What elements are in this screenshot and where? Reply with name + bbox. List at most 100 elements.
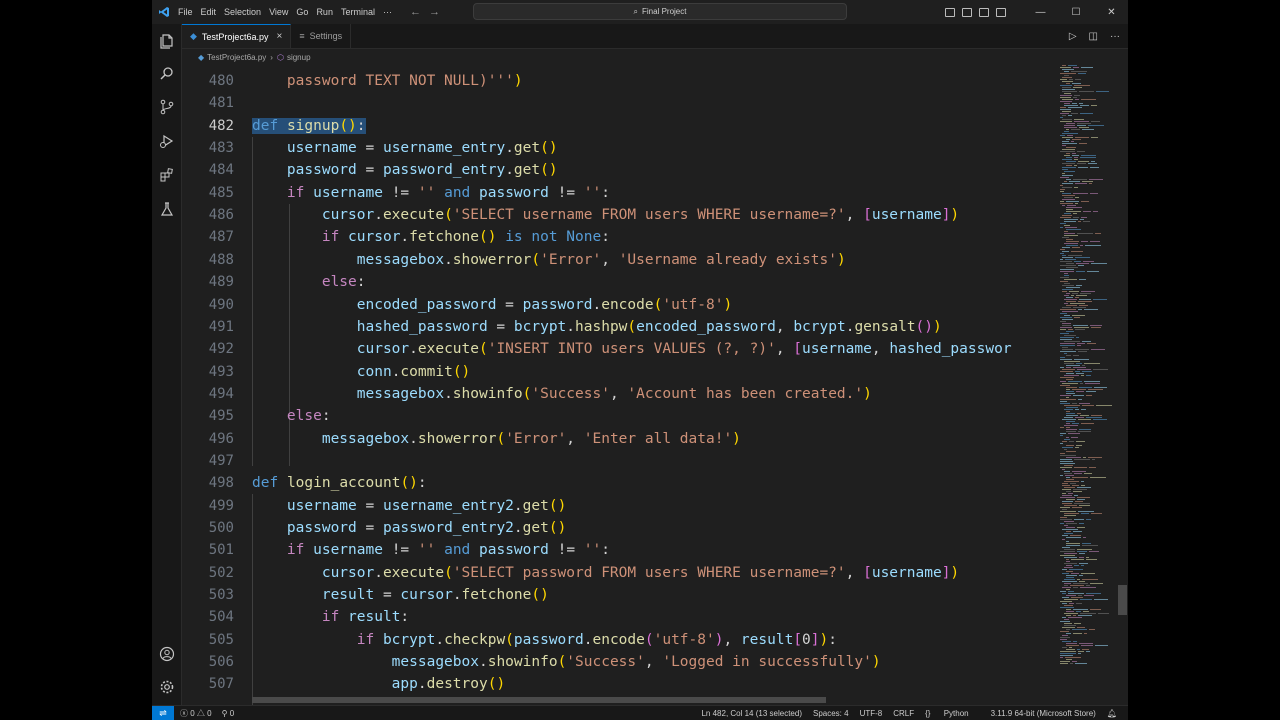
code-line[interactable]: 500 password = password_entry2.get() <box>182 517 1058 539</box>
code-line[interactable]: 504 if result: <box>182 606 1058 628</box>
vertical-scroll-thumb[interactable] <box>1118 585 1127 615</box>
search-view-icon[interactable] <box>152 59 182 89</box>
code-line[interactable]: 483 username = username_entry.get() <box>182 137 1058 159</box>
code-line[interactable]: 497 <box>182 450 1058 472</box>
remote-indicator-icon[interactable]: ⇌ <box>152 705 174 720</box>
more-actions-icon[interactable]: ··· <box>1110 31 1120 42</box>
minimap-line <box>1064 521 1074 522</box>
code-token: username <box>252 140 357 157</box>
minimap-line <box>1089 179 1103 180</box>
code-line[interactable]: 506 messagebox.showinfo('Success', 'Logg… <box>182 651 1058 673</box>
tab-testproject6a[interactable]: ◆ TestProject6a.py × <box>182 24 292 48</box>
code-line[interactable]: 507 app.destroy() <box>182 673 1058 695</box>
split-editor-icon[interactable]: ◫ <box>1089 31 1098 42</box>
code-line[interactable]: 491 hashed_password = bcrypt.hashpw(enco… <box>182 316 1058 338</box>
ports-indicator[interactable]: ⚲ 0 <box>222 709 235 718</box>
command-center-search[interactable]: ⌕ Final Project <box>473 3 847 20</box>
code-line[interactable]: 481 <box>182 92 1058 114</box>
language-mode[interactable]: {} Python <box>925 709 979 718</box>
forward-arrow-icon[interactable]: → <box>429 6 440 18</box>
code-token: conn <box>252 363 392 380</box>
code-line[interactable]: 486 cursor.execute('SELECT username FROM… <box>182 204 1058 226</box>
close-icon[interactable]: × <box>276 31 282 42</box>
problems-indicator[interactable]: ⓧ 0 △ 0 <box>180 708 212 719</box>
code-line[interactable]: 490 encoded_password = password.encode('… <box>182 294 1058 316</box>
code-line[interactable]: 498 def login_account(): <box>182 472 1058 494</box>
code-line[interactable]: 484 password = password_entry.get() <box>182 159 1058 181</box>
code-line[interactable]: 482 def signup(): <box>182 115 1058 137</box>
manage-gear-icon[interactable] <box>152 672 182 702</box>
toggle-panel-icon[interactable] <box>961 7 972 17</box>
testing-icon[interactable] <box>152 194 182 224</box>
minimap-line <box>1091 263 1107 264</box>
minimap-line <box>1076 603 1082 604</box>
cursor-position[interactable]: Ln 482, Col 14 (13 selected) <box>701 709 802 718</box>
code-token: . <box>374 207 383 224</box>
menu-edit[interactable]: Edit <box>197 0 221 24</box>
run-debug-icon[interactable] <box>152 126 182 156</box>
toggle-secondary-sidebar-icon[interactable] <box>978 7 989 17</box>
menu-run[interactable]: Run <box>312 0 337 24</box>
menu-selection[interactable]: Selection <box>220 0 265 24</box>
encoding[interactable]: UTF-8 <box>860 709 883 718</box>
indentation[interactable]: Spaces: 4 <box>813 709 849 718</box>
code-line[interactable]: 488 messagebox.showerror('Error', 'Usern… <box>182 249 1058 271</box>
end-of-line[interactable]: CRLF <box>893 709 914 718</box>
breadcrumb-file[interactable]: TestProject6a.py <box>207 53 266 62</box>
minimap-line <box>1062 119 1072 120</box>
code-token: cursor <box>252 207 375 224</box>
code-line[interactable]: 501 if username != '' and password != ''… <box>182 539 1058 561</box>
code-line[interactable]: 502 cursor.execute('SELECT password FROM… <box>182 562 1058 584</box>
tab-settings[interactable]: ≡ Settings <box>291 24 352 48</box>
code-line[interactable]: 505 if bcrypt.checkpw(password.encode('u… <box>182 629 1058 651</box>
customize-layout-icon[interactable] <box>995 7 1006 17</box>
run-python-icon[interactable]: ▷ <box>1069 31 1077 42</box>
horizontal-scrollbar[interactable] <box>182 694 1058 704</box>
horizontal-scroll-thumb[interactable] <box>252 697 826 703</box>
minimap-line <box>1060 653 1076 654</box>
code-line[interactable]: 480 password TEXT NOT NULL)''') <box>182 70 1058 92</box>
minimap-line <box>1062 569 1067 570</box>
menu-view[interactable]: View <box>265 0 292 24</box>
code-line[interactable]: 503 result = cursor.fetchone() <box>182 584 1058 606</box>
maximize-button[interactable]: ☐ <box>1059 7 1092 18</box>
code-line[interactable]: 496 messagebox.showerror('Error', 'Enter… <box>182 428 1058 450</box>
minimize-button[interactable]: — <box>1024 7 1057 18</box>
code-line[interactable]: 494 messagebox.showinfo('Success', 'Acco… <box>182 383 1058 405</box>
code-line[interactable]: 492 cursor.execute('INSERT INTO users VA… <box>182 338 1058 360</box>
explorer-icon[interactable] <box>152 26 182 56</box>
menu-file[interactable]: File <box>174 0 197 24</box>
close-window-button[interactable]: ✕ <box>1095 7 1128 18</box>
back-arrow-icon[interactable]: ← <box>410 6 421 18</box>
minimap[interactable] <box>1058 65 1114 705</box>
minimap-line <box>1094 387 1107 388</box>
code-line[interactable]: 485 if username != '' and password != ''… <box>182 182 1058 204</box>
extensions-icon[interactable] <box>152 160 182 190</box>
minimap-line <box>1068 115 1072 116</box>
minimap-line <box>1064 513 1079 514</box>
code-line[interactable]: 495 else: <box>182 405 1058 427</box>
code-line[interactable]: 493 conn.commit() <box>182 361 1058 383</box>
line-number: 499 <box>208 497 234 514</box>
code-token: username <box>871 564 942 581</box>
accounts-icon[interactable] <box>152 639 182 669</box>
code-token: , <box>644 654 663 671</box>
code-editor[interactable]: 480 password TEXT NOT NULL)''') 481 482 def… <box>182 65 1058 705</box>
minimap-line <box>1088 125 1104 126</box>
code-line[interactable]: 489 else: <box>182 271 1058 293</box>
chevron-right-icon: › <box>270 52 273 62</box>
code-line[interactable]: 499 username = username_entry2.get() <box>182 495 1058 517</box>
notifications-bell-icon[interactable]: 🔔︎ <box>1107 709 1117 718</box>
menu-terminal[interactable]: Terminal <box>337 0 379 24</box>
breadcrumb-symbol[interactable]: signup <box>287 53 311 62</box>
toggle-sidebar-icon[interactable] <box>944 7 955 17</box>
python-interpreter[interactable]: 3.11.9 64-bit (Microsoft Store) <box>991 709 1096 718</box>
minimap-line <box>1060 327 1072 328</box>
minimap-line <box>1073 213 1077 214</box>
menu-go[interactable]: Go <box>292 0 312 24</box>
minimap-line <box>1060 427 1064 428</box>
minimap-line <box>1062 145 1066 146</box>
code-line[interactable]: 487 if cursor.fetchone() is not None: <box>182 226 1058 248</box>
menu-more[interactable]: ··· <box>379 0 396 24</box>
source-control-icon[interactable] <box>152 92 182 122</box>
